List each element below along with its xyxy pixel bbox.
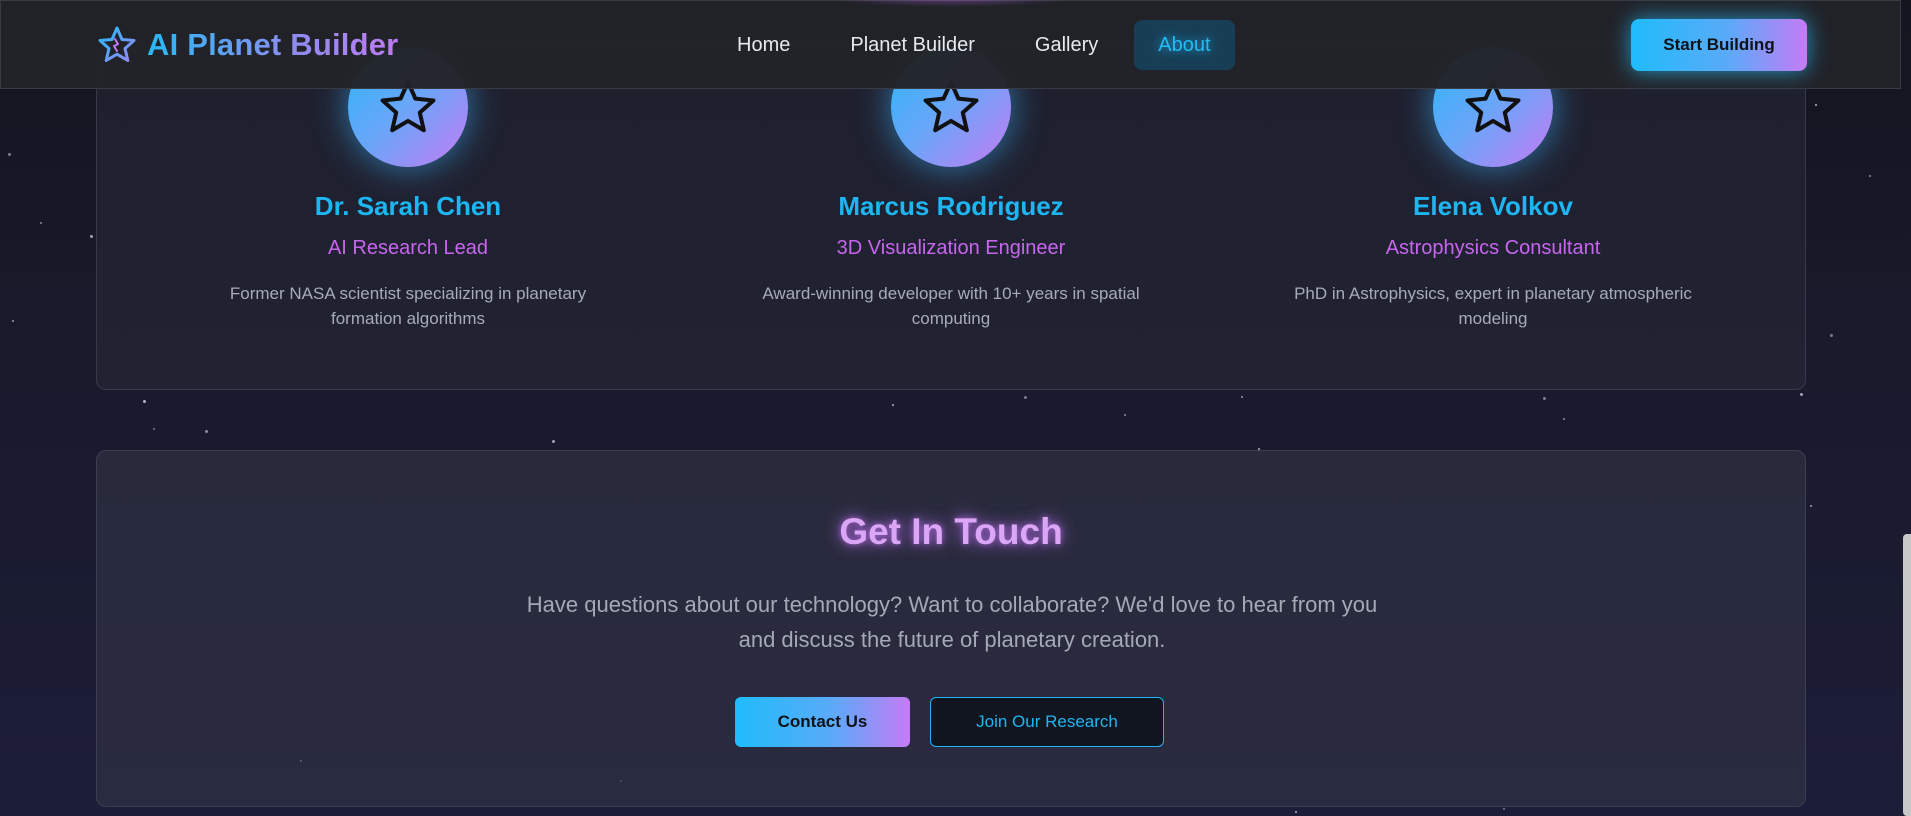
background-star (1800, 393, 1803, 396)
nav-link-gallery[interactable]: Gallery (1011, 20, 1122, 70)
background-star (1124, 414, 1126, 416)
member-role: Astrophysics Consultant (1385, 237, 1601, 259)
background-star (1543, 397, 1546, 400)
team-section: Dr. Sarah Chen AI Research Lead Former N… (96, 40, 1806, 390)
main-nav: Home Planet Builder Gallery About (713, 20, 1235, 70)
member-name: Dr. Sarah Chen (314, 191, 502, 221)
member-bio: Former NASA scientist specializing in pl… (229, 284, 587, 328)
member-name: Elena Volkov (1413, 191, 1573, 221)
member-bio: Award-winning developer with 10+ years i… (762, 284, 1140, 328)
brand-logo[interactable]: AI Planet Builder (97, 25, 398, 65)
background-star (153, 428, 155, 430)
background-star (205, 430, 208, 433)
contact-description: Have questions about our technology? Wan… (526, 592, 1378, 652)
background-star (12, 320, 14, 322)
background-star (1295, 811, 1297, 813)
member-role: AI Research Lead (327, 237, 489, 259)
background-star (1830, 334, 1833, 337)
background-star (892, 404, 894, 406)
nav-link-about[interactable]: About (1134, 20, 1235, 70)
join-research-button[interactable]: Join Our Research (930, 697, 1164, 747)
background-star (143, 400, 146, 403)
background-star (1815, 104, 1817, 106)
background-star (90, 235, 93, 238)
background-star (8, 153, 11, 156)
background-star (1869, 175, 1871, 177)
member-bio: PhD in Astrophysics, expert in planetary… (1294, 284, 1692, 328)
scrollbar-thumb[interactable] (1903, 534, 1911, 816)
background-star (1503, 808, 1505, 810)
nav-link-home[interactable]: Home (713, 20, 814, 70)
background-star (1810, 505, 1812, 507)
start-building-button[interactable]: Start Building (1631, 19, 1807, 71)
nav-glow-decoration (816, 0, 1086, 7)
background-star (1024, 396, 1027, 399)
brand-name: AI Planet Builder (147, 27, 399, 62)
background-star (1241, 396, 1243, 398)
background-star (40, 222, 42, 224)
background-star (552, 440, 555, 443)
contact-us-button[interactable]: Contact Us (735, 697, 910, 747)
background-star (1563, 418, 1565, 420)
member-name: Marcus Rodriguez (838, 191, 1064, 221)
contact-section: Get In Touch Have questions about our te… (96, 450, 1806, 807)
sparkle-star-icon (98, 26, 136, 62)
contact-button-row: Contact Us Join Our Research (97, 697, 1805, 747)
member-role: 3D Visualization Engineer (836, 237, 1066, 259)
nav-link-planet-builder[interactable]: Planet Builder (826, 20, 999, 70)
contact-title: Get In Touch (839, 511, 1063, 552)
top-navbar: AI Planet Builder Home Planet Builder Ga… (0, 0, 1901, 89)
